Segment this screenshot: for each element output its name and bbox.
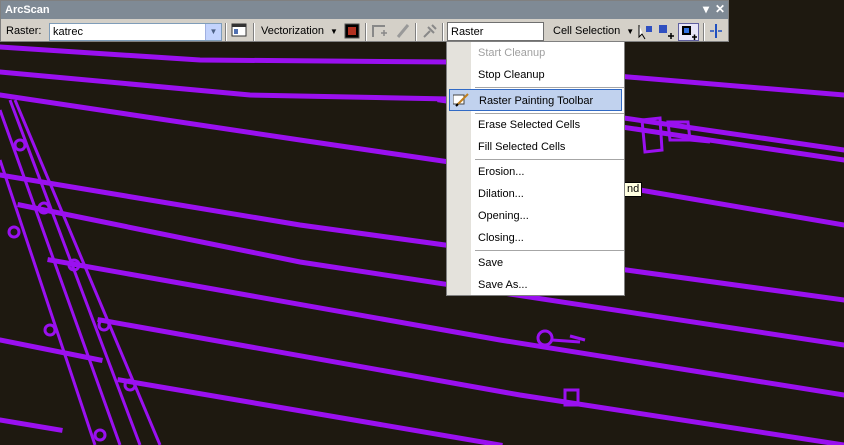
toolbar-separator (225, 23, 227, 41)
toolbar-separator (365, 23, 367, 41)
select-connected-cells-icon[interactable] (636, 23, 654, 41)
raster-line (117, 377, 503, 445)
raster-cleanup-menu-button[interactable]: Raster Cleanup▼ (447, 22, 544, 57)
cell-selection-menu-button[interactable]: Cell Selection ▼ (550, 22, 637, 41)
raster-map-canvas[interactable] (0, 0, 844, 445)
menu-item-opening[interactable]: Opening... (447, 205, 624, 227)
toolbar-separator (415, 23, 417, 41)
tooltip: nd (625, 182, 643, 197)
raster-line (97, 317, 844, 445)
raster-vertex (13, 138, 27, 152)
toolbar-row: Raster: katrec ▼ Vectorization ▼ Raster C… (1, 20, 728, 57)
raster-select-value: katrec (53, 26, 83, 38)
menu-item-closing[interactable]: Closing... (447, 227, 624, 249)
vectorization-label: Vectorization (261, 25, 324, 37)
paintbrush-icon (453, 93, 469, 107)
arcscan-toolbar: ArcScan ▾ ✕ Raster: katrec ▼ Vectorizati… (0, 0, 729, 57)
menu-item-fill-selected-cells[interactable]: Fill Selected Cells (447, 136, 624, 158)
cell-selection-label: Cell Selection (553, 25, 621, 37)
raster-cleanup-menu: Start Cleanup Stop Cleanup Raster Painti… (446, 41, 625, 296)
chevron-down-icon: ▼ (626, 27, 635, 36)
vectorization-trace-icon[interactable] (394, 23, 412, 41)
menu-item-save-as[interactable]: Save As... (447, 274, 624, 296)
raster-select[interactable]: katrec ▼ (49, 23, 222, 41)
chevron-down-icon[interactable]: ▼ (205, 24, 221, 40)
generate-features-icon[interactable] (371, 23, 389, 41)
vectorization-menu-button[interactable]: Vectorization ▼ (258, 22, 341, 41)
raster-vertex (93, 428, 107, 442)
raster-vertex (97, 318, 111, 332)
raster-symbol (536, 329, 554, 347)
raster-symbol (551, 334, 586, 344)
add-cells-icon[interactable] (657, 23, 675, 41)
raster-road-edge (0, 109, 122, 445)
raster-settings-icon[interactable] (230, 23, 248, 41)
interactive-cell-select-icon[interactable] (678, 23, 699, 41)
dropdown-icon[interactable]: ▾ (699, 2, 713, 16)
menu-item-stop-cleanup[interactable]: Stop Cleanup (447, 64, 624, 86)
menu-item-start-cleanup[interactable]: Start Cleanup (447, 42, 624, 64)
chevron-down-icon: ▼ (329, 27, 338, 36)
toolbar-title: ArcScan (5, 4, 50, 16)
raster-vertex (123, 378, 137, 392)
show-preview-icon[interactable] (343, 23, 361, 41)
raster-vertex (43, 323, 57, 337)
raster-line (0, 92, 844, 228)
menu-item-raster-painting-toolbar[interactable]: Raster Painting Toolbar (449, 89, 622, 111)
close-icon[interactable]: ✕ (713, 2, 727, 16)
toolbar-separator (703, 23, 705, 41)
toolbar-titlebar: ArcScan ▾ ✕ (1, 1, 728, 19)
menu-item-erase-selected-cells[interactable]: Erase Selected Cells (447, 114, 624, 136)
menu-separator (475, 159, 624, 160)
menu-item-save[interactable]: Save (447, 252, 624, 274)
toolbar-separator (253, 23, 255, 41)
raster-label: Raster: (6, 25, 42, 37)
raster-vertex (7, 225, 21, 239)
menu-separator (475, 250, 624, 251)
shape-recognition-icon[interactable] (421, 23, 439, 41)
toolbar-separator (442, 23, 444, 41)
menu-item-label: Raster Painting Toolbar (479, 95, 594, 107)
raster-line (0, 44, 844, 98)
menu-separator (475, 87, 624, 88)
raster-line-width-icon[interactable] (707, 23, 725, 41)
raster-line (0, 417, 63, 433)
menu-item-dilation[interactable]: Dilation... (447, 183, 624, 205)
menu-item-erosion[interactable]: Erosion... (447, 161, 624, 183)
